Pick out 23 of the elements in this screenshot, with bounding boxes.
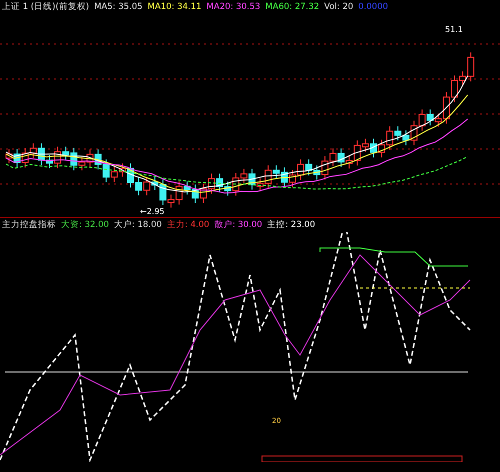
indicator-value: Vol: 20 [324,1,354,13]
falling-candlestick [370,138,377,158]
indicator-value: 散户: 30.00 [214,219,262,231]
falling-candlestick [14,148,21,168]
indicator-value: 上证 1 (日线)(前复权) [2,1,90,13]
indicator-value: 0.0000 [358,1,388,13]
falling-candlestick [426,108,434,126]
indicator-value: 大资: 32.00 [61,219,109,231]
low-price-label: ←2.95 [140,207,165,216]
high-price-label: 51.1 [445,25,463,34]
indicator-value: 主力: 4.00 [166,219,210,231]
indicator-value: 大户: 18.00 [114,219,162,231]
indicator-value: 主力控盘指标 [2,219,56,231]
falling-candlestick [338,148,345,168]
rising-candlestick [143,176,150,196]
indicator-value: 主控: 23.00 [267,219,316,231]
falling-candlestick [248,168,256,190]
indicator-value: MA60: 27.32 [265,1,320,13]
rising-candlestick [54,146,62,169]
indicator-value: MA20: 30.53 [206,1,260,13]
rising-candlestick [6,148,12,164]
indicator-value: MA5: 35.05 [94,1,143,13]
indicator-value: MA10: 34.11 [148,1,202,13]
